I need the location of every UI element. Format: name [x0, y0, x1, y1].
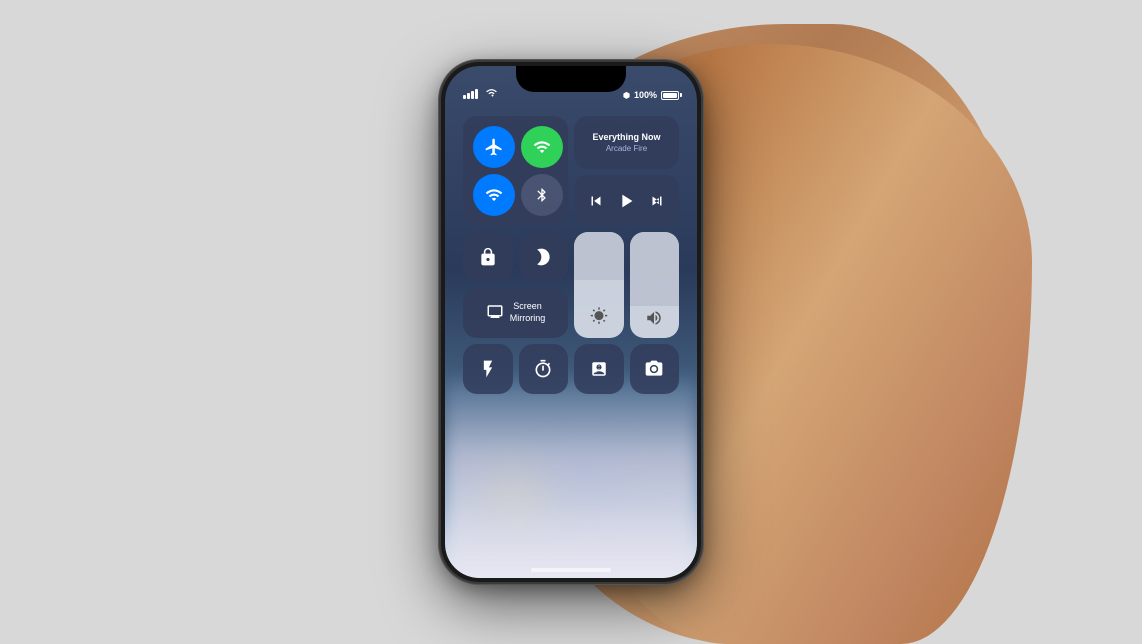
fast-forward-button[interactable]	[648, 192, 666, 210]
status-right: ⬢ 100%	[623, 90, 679, 100]
wifi-control-button[interactable]	[473, 174, 515, 216]
iphone-inner: ⬢ 100%	[445, 66, 697, 578]
play-button[interactable]	[615, 190, 637, 212]
iphone-x: ⬢ 100%	[441, 62, 701, 582]
airplane-mode-button[interactable]	[473, 126, 515, 168]
status-left	[463, 88, 497, 100]
tile-now-playing[interactable]: Everything Now Arcade Fire	[574, 116, 679, 169]
tile-flashlight[interactable]	[463, 344, 513, 394]
control-center: Everything Now Arcade Fire	[455, 108, 687, 402]
now-playing-artist: Arcade Fire	[584, 144, 669, 153]
home-indicator[interactable]	[531, 568, 611, 572]
tile-screen-mirroring[interactable]: ScreenMirroring	[463, 288, 568, 338]
brightness-icon	[590, 307, 608, 330]
wifi-icon	[486, 88, 497, 100]
screen-mirroring-icon	[486, 303, 504, 324]
brightness-track	[574, 232, 624, 280]
tile-camera[interactable]	[630, 344, 680, 394]
tile-connectivity	[463, 116, 568, 226]
signal-bar-4	[475, 89, 478, 99]
bluetooth-indicator: ⬢	[623, 91, 630, 100]
volume-track	[630, 232, 680, 306]
tile-timer[interactable]	[519, 344, 569, 394]
volume-icon	[645, 309, 663, 330]
screen-blur-bottom	[445, 378, 697, 578]
cellular-button[interactable]	[521, 126, 563, 168]
rewind-button[interactable]	[587, 192, 605, 210]
battery-icon	[661, 91, 679, 100]
tile-portrait-lock[interactable]	[463, 232, 513, 282]
screen: ⬢ 100%	[445, 66, 697, 578]
tile-media-controls	[574, 175, 679, 226]
signal-bar-1	[463, 95, 466, 99]
screen-mirroring-label: ScreenMirroring	[510, 301, 546, 324]
signal-bar-2	[467, 93, 470, 99]
tile-brightness[interactable]	[574, 232, 624, 338]
cc-grid: Everything Now Arcade Fire	[463, 116, 679, 394]
signal-bars	[463, 89, 478, 99]
battery-percent: 100%	[634, 90, 657, 100]
bluetooth-button[interactable]	[521, 174, 563, 216]
tile-do-not-disturb[interactable]	[519, 232, 569, 282]
notch	[516, 66, 626, 92]
battery-fill	[663, 93, 677, 98]
scene: ⬢ 100%	[0, 0, 1142, 644]
now-playing-title: Everything Now	[584, 132, 669, 144]
signal-bar-3	[471, 91, 474, 99]
tile-volume[interactable]	[630, 232, 680, 338]
tile-calculator[interactable]	[574, 344, 624, 394]
